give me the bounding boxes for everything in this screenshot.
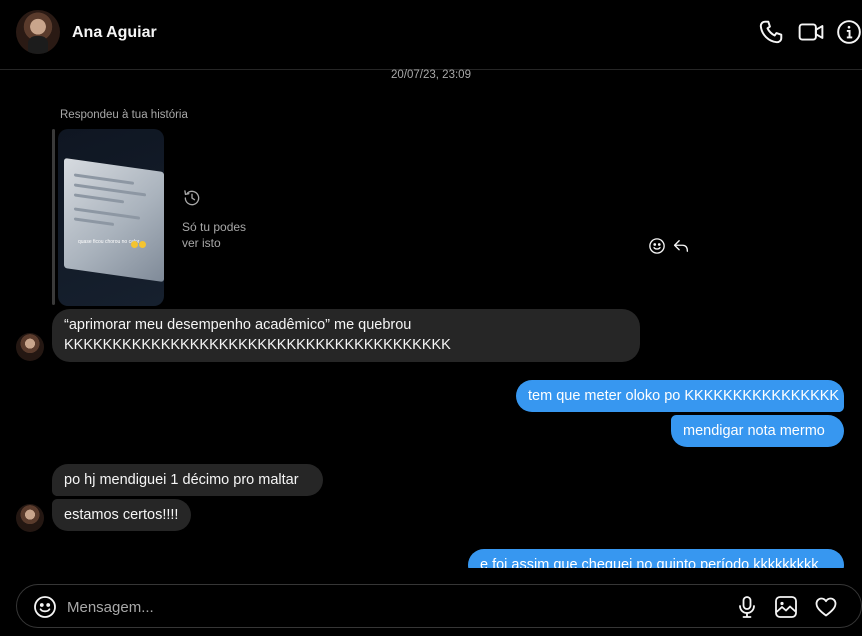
contact-avatar-small[interactable] [16, 504, 44, 532]
image-icon[interactable] [774, 595, 798, 619]
incoming-message-bubble[interactable]: estamos certos!!!! [52, 499, 191, 531]
phone-icon[interactable] [758, 19, 784, 45]
heart-icon[interactable] [814, 595, 838, 619]
story-screen-image [64, 157, 164, 283]
react-emoji-icon[interactable] [648, 237, 666, 255]
outgoing-message-bubble[interactable]: e foi assim que cheguei no quinto períod… [468, 549, 844, 568]
only-you-can-see-text: Só tu podes ver isto [182, 220, 247, 250]
message-timestamp: 20/07/23, 23:09 [391, 69, 471, 81]
incoming-message-bubble[interactable]: po hj mendiguei 1 décimo pro maltar [52, 464, 323, 496]
info-icon[interactable] [836, 19, 862, 45]
message-clip-region: e foi assim que cheguei no quinto períod… [0, 540, 862, 568]
message-input[interactable] [67, 597, 667, 617]
incoming-message-bubble[interactable]: “aprimorar meu desempenho acadêmico” me … [52, 309, 640, 362]
story-thumbnail[interactable]: quase ficou chorou no calor [58, 129, 164, 306]
video-camera-icon[interactable] [798, 19, 824, 45]
history-icon [182, 188, 202, 208]
microphone-icon[interactable] [735, 595, 759, 619]
contact-name[interactable]: Ana Aguiar [72, 24, 157, 42]
contact-avatar-small[interactable] [16, 333, 44, 361]
outgoing-message-bubble[interactable]: mendigar nota mermo [671, 415, 844, 447]
story-reply-bar [52, 129, 55, 305]
reply-arrow-icon[interactable] [672, 237, 690, 255]
message-composer [16, 584, 862, 628]
crying-emoji-icon [131, 235, 147, 248]
contact-avatar[interactable] [16, 10, 60, 54]
emoji-icon[interactable] [33, 595, 57, 619]
outgoing-message-bubble[interactable]: tem que meter oloko po KKKKKKKKKKKKKKKK [516, 380, 844, 412]
story-reply-label: Respondeu à tua história [60, 109, 188, 121]
chat-header: Ana Aguiar [0, 0, 862, 70]
